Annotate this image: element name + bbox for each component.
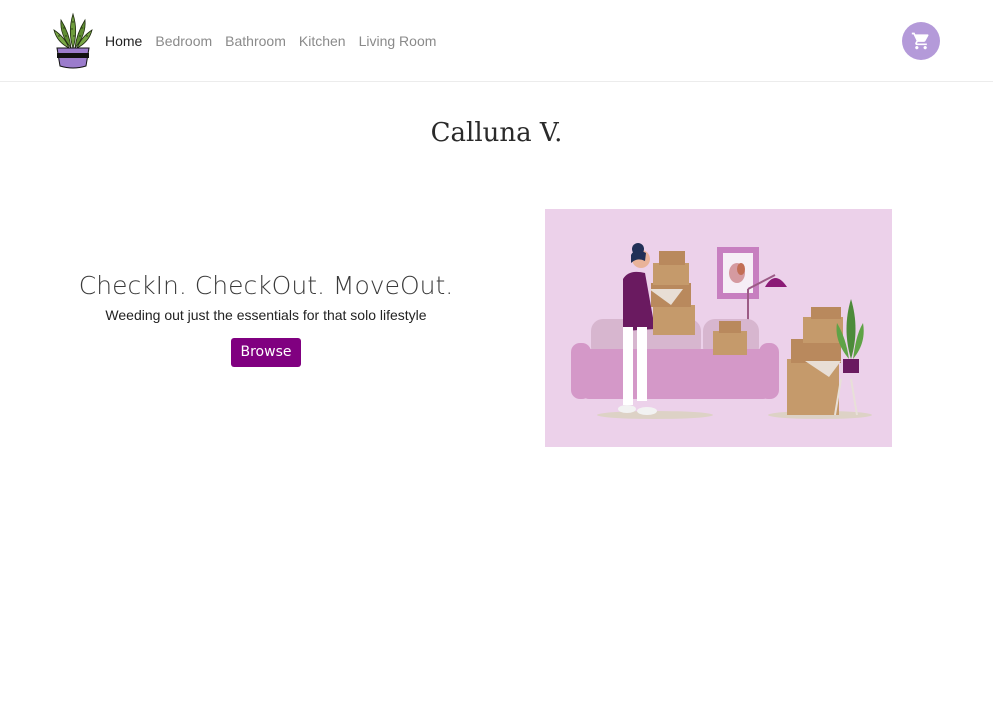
browse-button[interactable]: Browse [230,338,302,367]
hero-headline: CheckIn. CheckOut. MoveOut. [78,271,454,300]
hero-subtitle: Weeding out just the essentials for that… [105,307,427,323]
nav-link-kitchen[interactable]: Kitchen [299,32,346,50]
nav-link-living-room[interactable]: Living Room [359,32,437,50]
shopping-cart-icon [911,32,929,50]
potted-plant-icon[interactable] [52,12,94,70]
nav-link-bathroom[interactable]: Bathroom [225,32,286,50]
navbar: Home Bedroom Bathroom Kitchen Living Roo… [0,0,993,82]
brand-title: Calluna V. [430,118,563,148]
main-nav: Home Bedroom Bathroom Kitchen Living Roo… [105,32,449,50]
moving-boxes-illustration [545,209,892,447]
cart-button[interactable] [902,22,940,60]
nav-link-bedroom[interactable]: Bedroom [155,32,212,50]
nav-link-home[interactable]: Home [105,32,142,50]
hero-text: CheckIn. CheckOut. MoveOut. Weeding out … [60,268,472,367]
